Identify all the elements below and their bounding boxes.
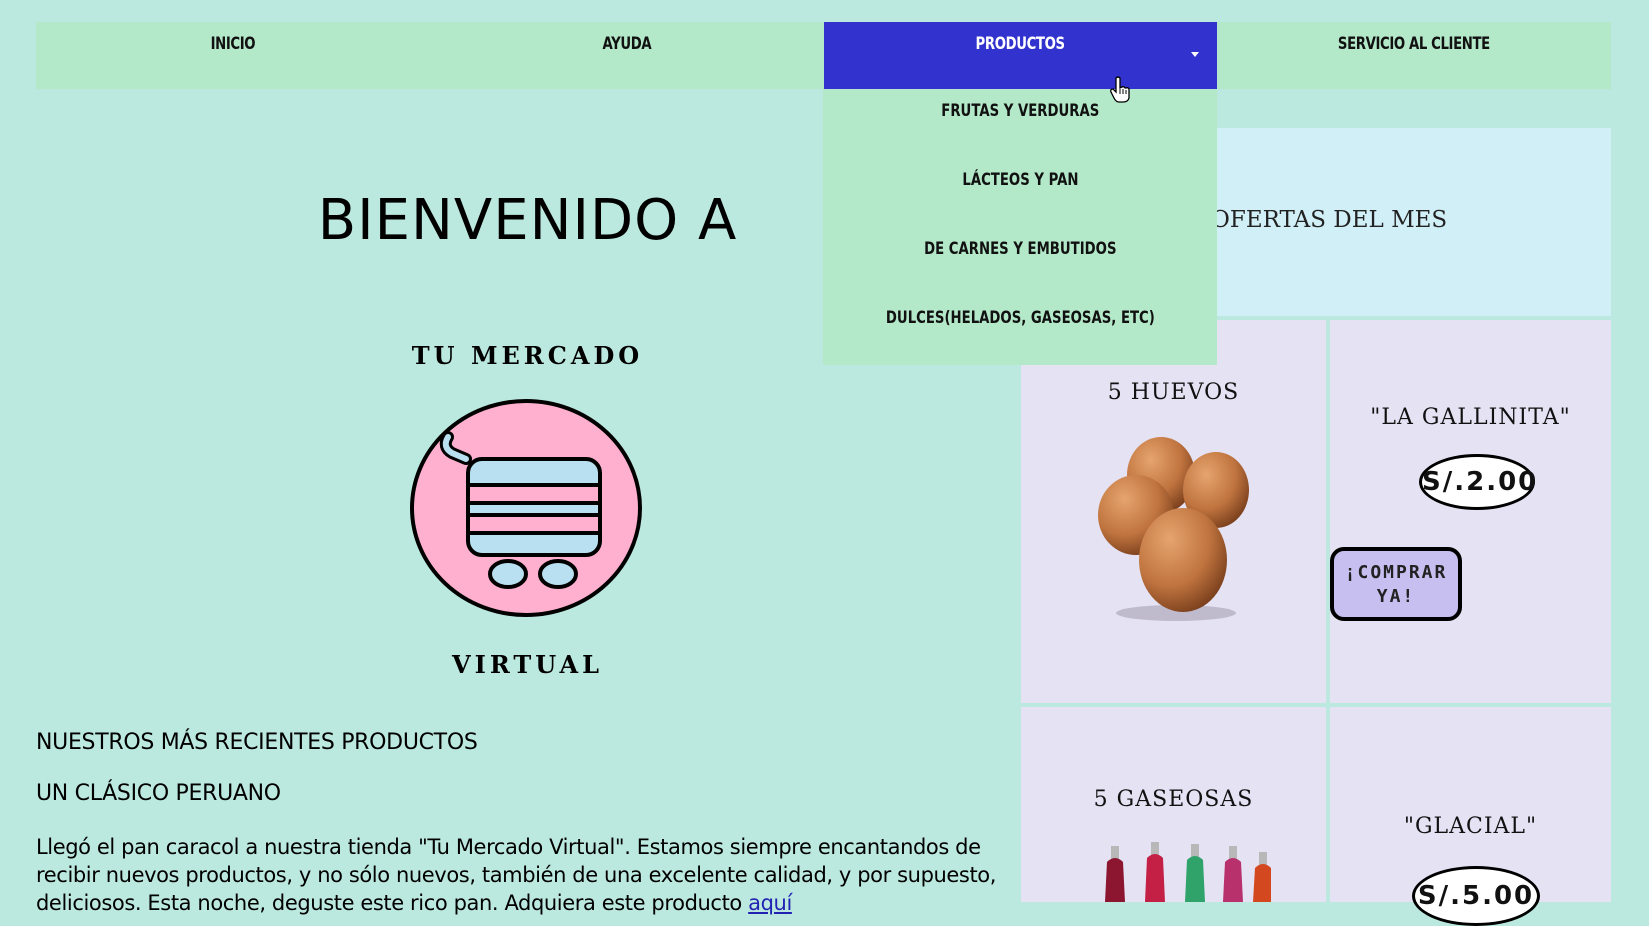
dropdown-item-carnes[interactable]: DE CARNES Y EMBUTIDOS [823, 227, 1217, 296]
caret-down-icon [1191, 52, 1200, 57]
dropdown-item-frutas[interactable]: FRUTAS Y VERDURAS [823, 89, 1217, 158]
offer-cell-sodas: 5 GASEOSAS [1021, 707, 1326, 902]
hand-cursor-icon [1110, 76, 1130, 103]
brand-name-bottom: VIRTUAL [452, 650, 603, 679]
product-link[interactable]: aquí [748, 891, 792, 915]
nav-inicio[interactable]: INICIO [79, 22, 386, 89]
offer-product-name: 5 HUEVOS [1107, 380, 1240, 405]
offers-title: OFERTAS DEL MES [1211, 207, 1448, 233]
product-description: Llegó el pan caracol a nuestra tienda "T… [36, 833, 1006, 917]
offer-cell-price-1: "LA GALLINITA" [1330, 320, 1611, 703]
classic-peruvian-heading: UN CLÁSICO PERUANO [36, 781, 281, 806]
price-tag: S/.5.00 [1412, 866, 1540, 926]
nav-servicio-cliente[interactable]: SERVICIO AL CLIENTE [1261, 22, 1568, 89]
price-tag: S/.2.00 [1419, 454, 1536, 510]
eggs-image [1098, 437, 1249, 621]
nav-productos-label: PRODUCTOS [975, 34, 1065, 54]
dropdown-item-label: FRUTAS Y VERDURAS [940, 101, 1100, 121]
buy-now-button[interactable]: ¡COMPRAR YA! [1330, 547, 1462, 621]
offer-cell-eggs: 5 HUEVOS [1021, 320, 1326, 703]
recent-products-heading: NUESTROS MÁS RECIENTES PRODUCTOS [36, 730, 478, 755]
dropdown-item-label: LÁCTEOS Y PAN [961, 170, 1079, 190]
dropdown-item-lacteos[interactable]: LÁCTEOS Y PAN [823, 158, 1217, 227]
shopping-cart-logo-icon [410, 399, 642, 617]
dropdown-item-label: DULCES(HELADOS, GASEOSAS, ETC) [885, 308, 1155, 328]
nav-productos[interactable]: PRODUCTOS [823, 22, 1218, 89]
dropdown-item-label: DE CARNES Y EMBUTIDOS [923, 239, 1117, 259]
offer-brand-name: "GLACIAL" [1403, 814, 1538, 839]
sodas-image [1105, 842, 1271, 902]
dropdown-item-dulces[interactable]: DULCES(HELADOS, GASEOSAS, ETC) [823, 296, 1217, 365]
main-nav: INICIO AYUDA PRODUCTOS SERVICIO AL CLIEN… [36, 22, 1611, 89]
nav-ayuda[interactable]: AYUDA [473, 22, 780, 89]
description-text: Llegó el pan caracol a nuestra tienda "T… [36, 835, 997, 915]
offer-brand-name: "LA GALLINITA" [1370, 405, 1571, 430]
productos-dropdown: FRUTAS Y VERDURAS LÁCTEOS Y PAN DE CARNE… [823, 89, 1217, 365]
offer-product-name: 5 GASEOSAS [1093, 787, 1254, 812]
